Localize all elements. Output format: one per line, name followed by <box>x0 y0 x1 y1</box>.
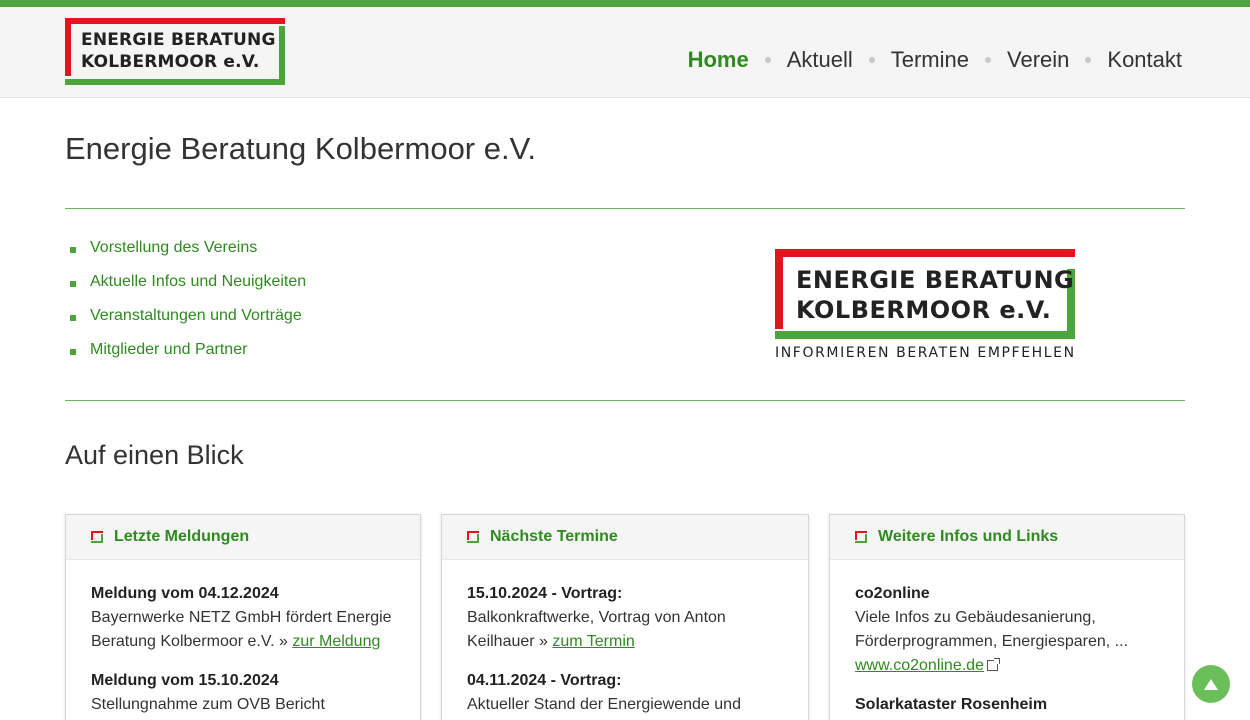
section-title: Auf einen Blick <box>65 440 244 470</box>
card-news: Letzte Meldungen Meldung vom 04.12.2024 … <box>65 514 421 720</box>
bullet-icon <box>70 349 76 355</box>
entry-text: Viele Infos zu Gebäudesanierung, Förderp… <box>855 609 1129 650</box>
bullet-icon <box>70 315 76 321</box>
card-title: Nächste Termine <box>490 528 618 545</box>
logo-large-line-1: ENERGIE BERATUNG <box>796 266 1075 294</box>
list-item: Mitglieder und Partner <box>70 341 306 375</box>
event-entry: 15.10.2024 - Vortrag: Balkonkraftwerke, … <box>467 582 783 654</box>
entry-text: Aktueller Stand der Energiewende und <box>467 696 741 713</box>
external-link[interactable]: www.co2online.de <box>855 657 984 674</box>
logo-line-1: ENERGIE BERATUNG <box>81 30 276 50</box>
logo-mark-icon <box>467 531 479 543</box>
nav-verein[interactable]: Verein <box>1007 47 1069 73</box>
card-header: Nächste Termine <box>442 515 808 560</box>
arrow-up-icon <box>1204 678 1218 690</box>
entry-heading: 04.11.2024 - Vortrag: <box>467 672 622 689</box>
logo-mark-icon <box>855 531 867 543</box>
entry-heading: co2online <box>855 585 930 602</box>
list-item: Veranstaltungen und Vorträge <box>70 307 306 341</box>
scroll-to-top-button[interactable] <box>1192 665 1230 703</box>
nav-separator <box>764 57 771 63</box>
event-link[interactable]: zum Termin <box>552 633 634 650</box>
entry-text: Stellungnahme zum OVB Bericht <box>91 696 325 713</box>
intro-link-list: Vorstellung des Vereins Aktuelle Infos u… <box>70 239 306 375</box>
page-title: Energie Beratung Kolbermoor e.V. <box>65 131 537 166</box>
nav-termine[interactable]: Termine <box>891 47 969 73</box>
bullet-icon <box>70 247 76 253</box>
card-links: Weitere Infos und Links co2online Viele … <box>829 514 1185 720</box>
event-entry: 04.11.2024 - Vortrag: Aktueller Stand de… <box>467 669 783 717</box>
nav-separator <box>1085 57 1092 63</box>
card-header: Letzte Meldungen <box>66 515 420 560</box>
site-header: ENERGIE BERATUNG KOLBERMOOR e.V. Home Ak… <box>0 7 1250 98</box>
card-events: Nächste Termine 15.10.2024 - Vortrag: Ba… <box>441 514 809 720</box>
nav-separator <box>868 57 875 63</box>
nav-aktuell[interactable]: Aktuell <box>787 47 853 73</box>
main-nav: Home Aktuell Termine Verein Kontakt <box>688 47 1182 73</box>
logo-mark-icon <box>91 531 103 543</box>
bullet-icon <box>70 281 76 287</box>
link-aktuelle-infos[interactable]: Aktuelle Infos und Neuigkeiten <box>90 273 306 291</box>
card-title: Letzte Meldungen <box>114 528 250 545</box>
link-entry: co2online Viele Infos zu Gebäudesanierun… <box>855 582 1159 678</box>
card-header: Weitere Infos und Links <box>830 515 1184 560</box>
link-veranstaltungen[interactable]: Veranstaltungen und Vorträge <box>90 307 302 325</box>
top-accent-bar <box>0 0 1250 7</box>
logo-large-line-2: KOLBERMOOR e.V. <box>796 296 1052 324</box>
external-link-icon <box>986 658 1000 671</box>
link-mitglieder[interactable]: Mitglieder und Partner <box>90 341 247 359</box>
entry-heading: Meldung vom 15.10.2024 <box>91 672 279 689</box>
list-item: Aktuelle Infos und Neuigkeiten <box>70 273 306 307</box>
link-entry: Solarkataster Rosenheim <box>855 693 1159 717</box>
news-entry: Meldung vom 04.12.2024 Bayernwerke NETZ … <box>91 582 395 654</box>
logo-slogan: INFORMIEREN BERATEN EMPFEHLEN <box>775 345 1076 361</box>
brand-logo-large: ENERGIE BERATUNG KOLBERMOOR e.V. INFORMI… <box>775 249 1077 363</box>
site-logo[interactable]: ENERGIE BERATUNG KOLBERMOOR e.V. <box>65 18 285 85</box>
logo-line-2: KOLBERMOOR e.V. <box>81 52 260 72</box>
divider <box>65 400 1185 401</box>
news-entry: Meldung vom 15.10.2024 Stellungnahme zum… <box>91 669 395 717</box>
list-item: Vorstellung des Vereins <box>70 239 306 273</box>
link-vorstellung[interactable]: Vorstellung des Vereins <box>90 239 257 257</box>
news-link[interactable]: zur Meldung <box>292 633 380 650</box>
nav-separator <box>985 57 991 63</box>
nav-home[interactable]: Home <box>688 47 749 73</box>
entry-heading: Solarkataster Rosenheim <box>855 696 1048 713</box>
entry-heading: Meldung vom 04.12.2024 <box>91 585 279 602</box>
entry-heading: 15.10.2024 - Vortrag: <box>467 585 623 602</box>
divider <box>65 208 1185 209</box>
nav-kontakt[interactable]: Kontakt <box>1107 47 1182 73</box>
card-title: Weitere Infos und Links <box>878 528 1059 545</box>
